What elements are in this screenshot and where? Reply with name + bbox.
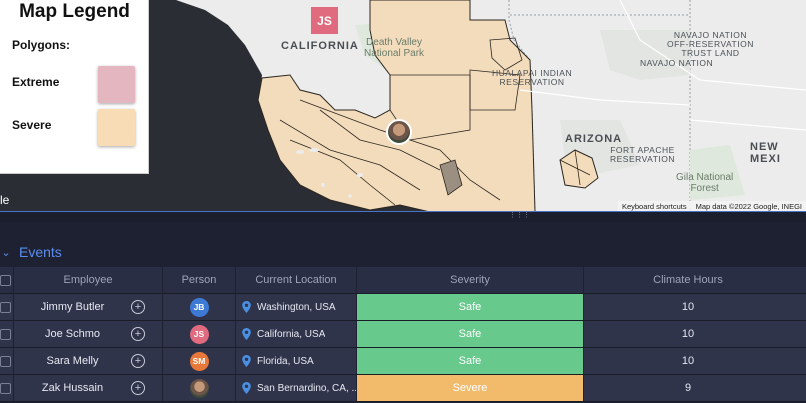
add-update-icon[interactable]: + — [131, 327, 145, 341]
employee-cell[interactable]: Jimmy Butler + — [14, 294, 163, 320]
severity-status[interactable]: Safe — [357, 348, 583, 374]
legend-swatch-severe — [98, 109, 135, 146]
map-attribution: Map data ©2022 Google, INEGI — [695, 202, 802, 211]
map-marker-photo[interactable] — [386, 119, 412, 145]
label-death-valley: Death Valley National Park — [364, 37, 425, 59]
legend-title: Map Legend — [19, 1, 130, 22]
person-avatar[interactable] — [189, 378, 209, 398]
location-cell[interactable]: Florida, USA — [236, 348, 357, 374]
location-text: California, USA — [257, 328, 326, 340]
climate-hours-cell[interactable]: 9 — [584, 375, 792, 401]
map-edge-text: le — [0, 193, 10, 207]
map-view[interactable]: CALIFORNIA ARIZONA NEW MEXI NAVAJO NATIO… — [0, 0, 806, 212]
severity-cell[interactable]: Safe — [357, 348, 584, 374]
location-cell[interactable]: San Bernardino, CA, ... — [236, 375, 357, 401]
row-checkbox[interactable] — [0, 382, 11, 394]
row-select-cell[interactable] — [0, 294, 14, 320]
location-cell[interactable]: California, USA — [236, 321, 357, 347]
severity-cell[interactable]: Safe — [357, 294, 584, 320]
severity-status[interactable]: Safe — [357, 294, 583, 320]
location-pin-icon — [242, 328, 251, 340]
employee-name: Jimmy Butler — [40, 301, 105, 313]
location-pin-icon — [242, 382, 251, 394]
location-text: Washington, USA — [257, 301, 336, 313]
severity-status[interactable]: Severe — [357, 375, 583, 401]
drag-handle-icon[interactable]: ⋮⋮⋮ — [509, 212, 530, 219]
legend-swatch-extreme — [98, 66, 135, 103]
employee-cell[interactable]: Joe Schmo + — [14, 321, 163, 347]
employee-cell[interactable]: Zak Hussain + — [14, 375, 163, 401]
label-navajo-nation: NAVAJO NATION — [640, 58, 714, 68]
select-all-checkbox[interactable] — [0, 274, 11, 286]
row-select-cell[interactable] — [0, 348, 14, 374]
map-marker-js[interactable]: JS — [311, 7, 338, 34]
severity-cell[interactable]: Severe — [357, 375, 584, 401]
map-legend: Map Legend Polygons: Extreme Severe — [0, 0, 149, 174]
label-gila: Gila National Forest — [676, 172, 734, 194]
app-root: CALIFORNIA ARIZONA NEW MEXI NAVAJO NATIO… — [0, 0, 806, 403]
label-new-mexico: NEW MEXI — [750, 141, 781, 165]
label-arizona: ARIZONA — [565, 133, 623, 145]
label-california: CALIFORNIA — [281, 40, 359, 52]
table-header-row: Employee Person Current Location Severit… — [0, 267, 806, 294]
person-avatar[interactable]: SM — [189, 351, 209, 371]
location-pin-icon — [242, 355, 251, 367]
add-update-icon[interactable]: + — [131, 300, 145, 314]
column-header-location[interactable]: Current Location — [236, 267, 357, 293]
person-cell[interactable]: JS — [163, 321, 236, 347]
table-row[interactable]: Sara Melly + SM Florida, USA Safe 10 — [0, 348, 806, 375]
climate-hours-cell[interactable]: 10 — [584, 294, 792, 320]
column-header-severity[interactable]: Severity — [357, 267, 584, 293]
person-cell[interactable]: SM — [163, 348, 236, 374]
employee-name: Joe Schmo — [44, 328, 101, 340]
location-cell[interactable]: Washington, USA — [236, 294, 357, 320]
add-update-icon[interactable]: + — [131, 381, 145, 395]
row-checkbox[interactable] — [0, 328, 11, 340]
employee-name: Sara Melly — [46, 355, 99, 367]
keyboard-shortcuts-link[interactable]: Keyboard shortcuts — [622, 202, 687, 211]
person-cell[interactable]: JB — [163, 294, 236, 320]
person-avatar[interactable]: JS — [189, 324, 209, 344]
select-all-cell[interactable] — [0, 267, 14, 293]
climate-hours-cell[interactable]: 10 — [584, 348, 792, 374]
add-update-icon[interactable]: + — [131, 354, 145, 368]
location-text: Florida, USA — [257, 355, 314, 367]
person-avatar[interactable]: JB — [189, 297, 209, 317]
column-header-employee[interactable]: Employee — [14, 267, 163, 293]
events-section-header[interactable]: ⌄ Events — [0, 241, 62, 263]
column-header-person[interactable]: Person — [163, 267, 236, 293]
chevron-down-icon[interactable]: ⌄ — [0, 246, 12, 259]
legend-label-severe: Severe — [12, 118, 52, 132]
location-text: San Bernardino, CA, ... — [257, 382, 356, 394]
label-hualapai: HUALAPAI INDIAN RESERVATION — [492, 68, 573, 87]
severity-cell[interactable]: Safe — [357, 321, 584, 347]
label-navajo-off-reservation: NAVAJO NATION OFF-RESERVATION TRUST LAND — [667, 30, 754, 58]
legend-subtitle: Polygons: — [12, 38, 71, 52]
climate-hours-cell[interactable]: 10 — [584, 321, 792, 347]
column-header-climate-hours[interactable]: Climate Hours — [584, 267, 792, 293]
events-title: Events — [19, 244, 62, 260]
employee-cell[interactable]: Sara Melly + — [14, 348, 163, 374]
row-select-cell[interactable] — [0, 321, 14, 347]
row-checkbox[interactable] — [0, 355, 11, 367]
label-fort-apache: FORT APACHE RESERVATION — [610, 145, 676, 164]
person-cell[interactable] — [163, 375, 236, 401]
employee-name: Zak Hussain — [41, 382, 104, 394]
table-row[interactable]: Jimmy Butler + JB Washington, USA Safe 1… — [0, 294, 806, 321]
row-checkbox[interactable] — [0, 301, 11, 313]
panel-splitter[interactable]: ⋮⋮⋮ — [0, 211, 806, 222]
severity-status[interactable]: Safe — [357, 321, 583, 347]
row-select-cell[interactable] — [0, 375, 14, 401]
table-row[interactable]: Zak Hussain + San Bernardino, CA, ... Se… — [0, 375, 806, 402]
table-row[interactable]: Joe Schmo + JS California, USA Safe 10 — [0, 321, 806, 348]
location-pin-icon — [242, 301, 251, 313]
legend-label-extreme: Extreme — [12, 75, 60, 89]
